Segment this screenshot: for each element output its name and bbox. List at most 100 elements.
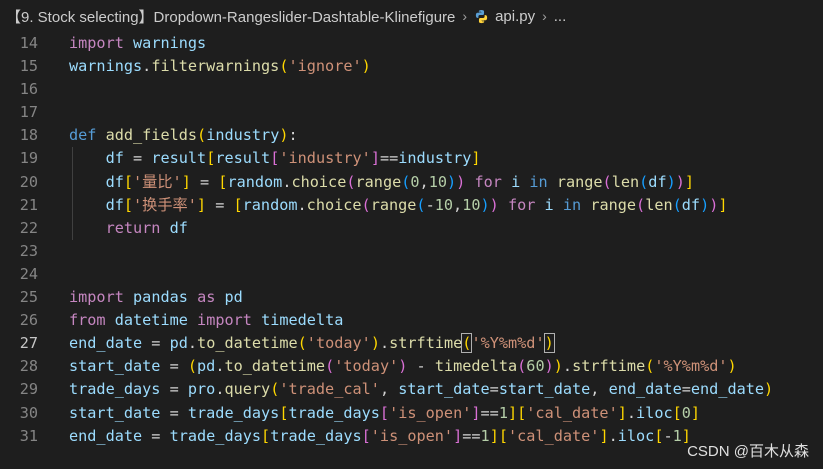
code-token: = (160, 403, 188, 422)
breadcrumb-folder[interactable]: 【9. Stock selecting】Dropdown-Rangeslider… (6, 6, 455, 27)
code-token: start_date (69, 403, 161, 422)
code-line[interactable]: 27 end_date = pd.to_datetime('today').str… (0, 332, 823, 355)
code-token: start_date (498, 380, 591, 399)
code-token: = (681, 380, 691, 399)
code-token: industry (206, 126, 280, 145)
code-token: 'trade_cal' (279, 380, 380, 399)
code-token: 10 (434, 195, 454, 214)
code-token: 'cal_date' (526, 403, 618, 422)
code-token: 'ignore' (288, 57, 362, 76)
code-line[interactable]: 19 df = result[result['industry']==indus… (0, 147, 823, 171)
code-token: ( (197, 126, 207, 145)
breadcrumb-more[interactable]: ... (554, 8, 567, 25)
code-token: . (142, 57, 152, 76)
code-line[interactable]: 15 warnings.filterwarnings('ignore') (0, 55, 823, 78)
code-token: ) (543, 333, 555, 354)
code-token: ] (370, 149, 380, 168)
code-token: warnings (69, 57, 143, 76)
code-token: '量比' (133, 172, 182, 191)
watermark: CSDN @百木从森 (687, 443, 809, 460)
code-line[interactable]: 16 (0, 78, 823, 101)
code-line[interactable]: 21 df['换手率'] = [random.choice(range(-10,… (0, 193, 823, 217)
line-number: 20 (19, 172, 38, 191)
code-token: ) (370, 334, 380, 353)
code-token: start_date (398, 380, 490, 399)
code-token: 0 (681, 403, 691, 422)
code-token: 'is_open' (389, 403, 472, 422)
code-text: def add_fields(industry): (69, 124, 298, 147)
code-token: 1 (498, 403, 508, 422)
code-token: datetime (114, 311, 188, 330)
code-token: 10 (462, 195, 481, 214)
code-token: ) (480, 195, 490, 214)
code-token: warnings (133, 34, 207, 52)
code-token: to_datetime (197, 334, 298, 353)
line-number: 22 (19, 218, 38, 237)
code-token: - (407, 357, 435, 376)
code-token: [ (270, 149, 280, 168)
code-token: ) (489, 195, 499, 214)
line-number: 21 (19, 195, 38, 214)
code-text: end_date = trade_days[trade_days['is_ope… (69, 425, 691, 448)
code-line[interactable]: 24 (0, 263, 823, 286)
code-token: , (590, 380, 609, 399)
code-token: add_fields (105, 126, 198, 145)
code-token: as (197, 288, 216, 307)
code-line[interactable]: 17 (0, 101, 823, 124)
code-line[interactable]: 25 import pandas as pd (0, 286, 823, 309)
code-token: ( (361, 195, 371, 214)
code-token: [ (123, 195, 134, 214)
code-token: trade_days (270, 426, 362, 445)
code-line[interactable]: 30 start_date = trade_days[trade_days['is… (0, 402, 823, 425)
code-text: start_date = (pd.to_datetime('today') - … (69, 355, 737, 378)
code-token: in (562, 195, 582, 214)
code-token: df (648, 172, 667, 191)
code-token: == (379, 149, 399, 168)
code-token: ) (675, 172, 685, 191)
code-token: ) (279, 126, 289, 145)
code-token: == (480, 403, 499, 422)
code-token: [ (672, 403, 682, 422)
breadcrumb: 【9. Stock selecting】Dropdown-Rangeslider… (0, 0, 823, 32)
code-line[interactable]: 20 df['量比'] = [random.choice(range(0,10)… (0, 170, 823, 194)
code-token: , (453, 195, 463, 214)
code-line[interactable]: 18 def add_fields(industry): (0, 124, 823, 147)
code-token: = (142, 426, 170, 445)
code-token: ( (346, 172, 356, 191)
code-token: end_date (69, 426, 143, 445)
code-token: 'today' (306, 334, 371, 353)
code-token: ) (456, 172, 466, 191)
code-token: ) (666, 172, 676, 191)
code-token: == (462, 426, 481, 445)
code-token: 0 (410, 172, 420, 191)
code-text: import warnings (69, 32, 206, 55)
code-token: [ (123, 172, 134, 191)
code-token: strftime (572, 357, 646, 376)
code-token: : (288, 126, 298, 145)
code-line[interactable]: 28 start_date = (pd.to_datetime('today') … (0, 355, 823, 378)
code-line[interactable]: 23 (0, 240, 823, 263)
code-line[interactable]: 29 trade_days = pro.query('trade_cal', st… (0, 378, 823, 401)
code-token: 'today' (334, 357, 399, 376)
code-editor[interactable]: 14 import warnings 15 warnings.filterwarnin… (0, 32, 823, 469)
code-token: ) (700, 195, 710, 214)
code-token: end_date (690, 380, 765, 399)
chevron-right-icon: › (462, 8, 468, 24)
chevron-right-icon: › (542, 8, 547, 24)
code-token: 'is_open' (370, 426, 454, 445)
code-token: result (215, 149, 271, 168)
code-line[interactable]: 26 from datetime import timedelta (0, 309, 823, 332)
code-line[interactable]: 22 return df (0, 216, 823, 240)
code-text: df = result[result['industry']==industry… (69, 147, 481, 170)
code-token: [ (517, 403, 527, 422)
code-line[interactable]: 14 import warnings (0, 32, 823, 55)
code-text: import pandas as pd (69, 286, 243, 309)
code-token: start_date (69, 357, 161, 376)
breadcrumb-file[interactable]: api.py (495, 8, 535, 25)
